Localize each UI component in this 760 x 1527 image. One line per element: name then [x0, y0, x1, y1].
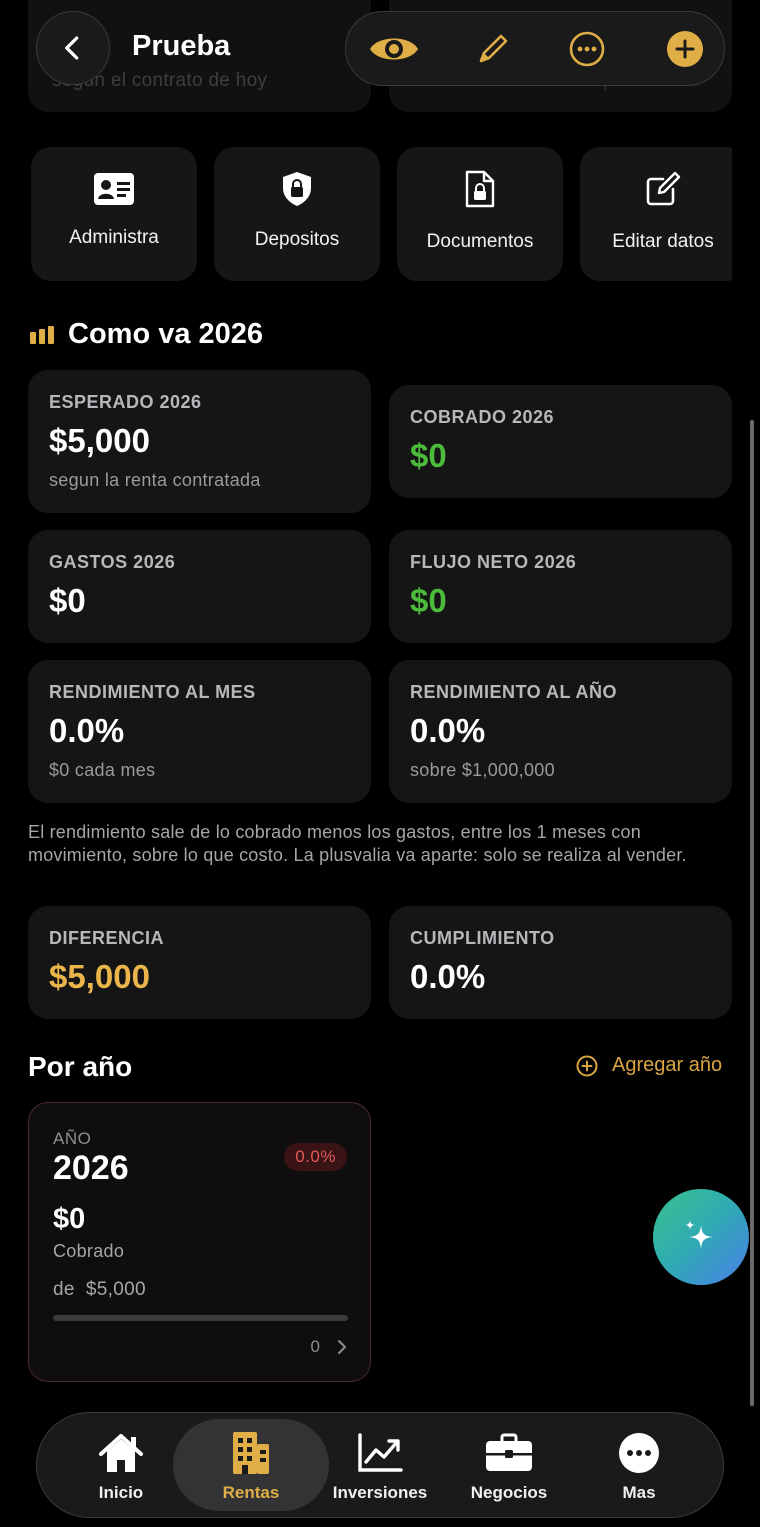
card-rendimiento-mes: RENDIMIENTO AL MES 0.0% $0 cada mes	[28, 660, 371, 803]
year-label: AÑO	[53, 1129, 92, 1148]
status-badge: 0.0%	[284, 1143, 347, 1171]
ellipsis-icon	[619, 1433, 659, 1473]
card-cumplimiento-label: CUMPLIMIENTO	[410, 928, 555, 948]
card-flujo-neto: FLUJO NETO 2026 $0	[389, 530, 732, 643]
card-esperado: ESPERADO 2026 $5,000 segun la renta cont…	[28, 370, 371, 513]
year-amount-label: Cobrado	[53, 1241, 125, 1261]
tile-editar-datos[interactable]: Editar datos	[580, 147, 732, 281]
card-rend-ano-sub: sobre $1,000,000	[410, 760, 555, 780]
pencil-icon	[479, 34, 508, 63]
card-cobrado-value: $0	[410, 437, 447, 474]
tab-bar: Inicio Rentas Inversiones Negocios Mas	[36, 1412, 724, 1518]
card-rendimiento-ano: RENDIMIENTO AL AÑO 0.0% sobre $1,000,000	[389, 660, 732, 803]
card-rend-mes-value: 0.0%	[49, 712, 125, 749]
view-button[interactable]	[368, 28, 420, 70]
card-flujo-value: $0	[410, 582, 447, 619]
card-rend-mes-sub: $0 cada mes	[49, 760, 156, 780]
plus-circle-icon	[667, 31, 703, 67]
lock-document-icon	[465, 170, 495, 208]
card-rend-ano-value: 0.0%	[410, 712, 486, 749]
trend-chart-icon	[358, 1433, 403, 1472]
section-header-como-va: Como va 2026	[30, 318, 263, 351]
card-cumplimiento: CUMPLIMIENTO 0.0%	[389, 906, 732, 1019]
eye-icon	[370, 38, 418, 60]
lock-shield-icon	[283, 172, 311, 206]
tile-administra-label: Administra	[69, 227, 159, 248]
card-rend-mes-label: RENDIMIENTO AL MES	[49, 682, 256, 702]
add-year-label: Agregar año	[612, 1054, 723, 1076]
card-cumplimiento-value: 0.0%	[410, 958, 486, 995]
tile-documentos[interactable]: Documentos	[397, 147, 563, 281]
card-esperado-value: $5,000	[49, 422, 150, 459]
tab-rentas[interactable]: Rentas	[201, 1413, 301, 1519]
year-progress-bar	[53, 1315, 348, 1321]
more-button[interactable]	[566, 28, 608, 70]
id-card-icon	[94, 173, 134, 205]
sparkles-icon	[685, 1220, 713, 1249]
card-cobrado: COBRADO 2026 $0	[389, 385, 732, 498]
tile-depositos-label: Depositos	[254, 229, 340, 250]
bar-chart-icon	[30, 325, 54, 344]
card-rend-ano-label: RENDIMIENTO AL AÑO	[410, 682, 618, 702]
card-esperado-sub: segun la renta contratada	[49, 470, 261, 490]
section-title: Como va 2026	[68, 318, 264, 350]
tab-inversiones-label: Inversiones	[332, 1483, 428, 1502]
card-gastos-value: $0	[49, 582, 86, 619]
explanation-note: El rendimiento sale de lo cobrado menos …	[28, 822, 687, 865]
card-diferencia: DIFERENCIA $5,000	[28, 906, 371, 1019]
tile-documentos-label: Documentos	[426, 231, 534, 252]
year-amount: $0	[53, 1203, 86, 1235]
back-button[interactable]	[36, 11, 110, 85]
plus-circle-outline-icon	[576, 1055, 598, 1076]
card-cobrado-label: COBRADO 2026	[410, 407, 555, 427]
chevron-left-icon	[65, 36, 79, 60]
assistant-fab[interactable]	[653, 1189, 749, 1285]
edit-square-icon	[646, 171, 681, 206]
tile-administra[interactable]: Administra	[31, 147, 197, 281]
year-target: de $5,000	[53, 1279, 146, 1300]
tab-mas-label: Mas	[622, 1483, 656, 1502]
add-year-button[interactable]: Agregar año	[576, 1054, 722, 1077]
tab-inicio-label: Inicio	[98, 1483, 144, 1502]
add-button[interactable]	[664, 28, 706, 70]
tab-mas[interactable]: Mas	[599, 1413, 679, 1519]
edit-button[interactable]	[472, 28, 514, 70]
tile-depositos[interactable]: Depositos	[214, 147, 380, 281]
card-gastos: GASTOS 2026 $0	[28, 530, 371, 643]
briefcase-icon	[486, 1433, 532, 1471]
tab-negocios-label: Negocios	[470, 1483, 548, 1502]
scrollbar[interactable]	[750, 420, 754, 1406]
chevron-right-icon	[338, 1340, 346, 1354]
card-flujo-label: FLUJO NETO 2026	[410, 552, 577, 572]
card-diferencia-value: $5,000	[49, 958, 150, 995]
card-gastos-label: GASTOS 2026	[49, 552, 176, 572]
year-card-2026[interactable]: AÑO 2026 0.0% $0 Cobrado de $5,000 0	[28, 1102, 371, 1382]
page-title: Prueba	[132, 30, 231, 62]
tab-inversiones[interactable]: Inversiones	[325, 1413, 435, 1519]
tab-rentas-label: Rentas	[222, 1483, 280, 1502]
year-count: 0	[310, 1337, 320, 1356]
tile-editar-datos-label: Editar datos	[612, 231, 714, 252]
ellipsis-circle-icon	[569, 31, 605, 67]
year-value: 2026	[53, 1149, 129, 1187]
action-toolbar	[345, 11, 725, 86]
card-diferencia-label: DIFERENCIA	[49, 928, 165, 948]
card-esperado-label: ESPERADO 2026	[49, 392, 202, 412]
por-ano-title: Por año	[28, 1051, 133, 1082]
tab-inicio[interactable]: Inicio	[77, 1413, 165, 1519]
home-icon	[99, 1434, 143, 1472]
building-icon	[233, 1432, 269, 1474]
quick-actions-row: Administra Depositos Documentos Editar d…	[31, 147, 732, 285]
tab-negocios[interactable]: Negocios	[459, 1413, 559, 1519]
